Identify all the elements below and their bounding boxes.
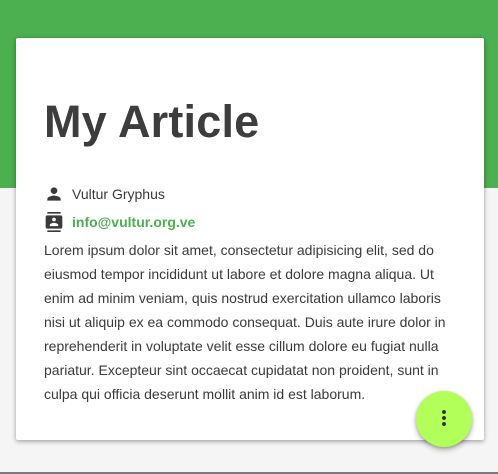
person-icon (44, 184, 64, 204)
article-title: My Article (44, 96, 260, 147)
article-card: My Article Vultur Gryphus info@vultur.or… (16, 38, 484, 440)
more-options-button[interactable] (416, 391, 472, 447)
author-name: Vultur Gryphus (72, 186, 165, 202)
author-row: Vultur Gryphus (44, 182, 165, 206)
contact-card-icon (44, 212, 64, 232)
more-vert-icon (432, 406, 456, 433)
email-link[interactable]: info@vultur.org.ve (72, 214, 195, 230)
article-body: Lorem ipsum dolor sit amet, consectetur … (44, 242, 446, 402)
email-row: info@vultur.org.ve (44, 210, 195, 234)
